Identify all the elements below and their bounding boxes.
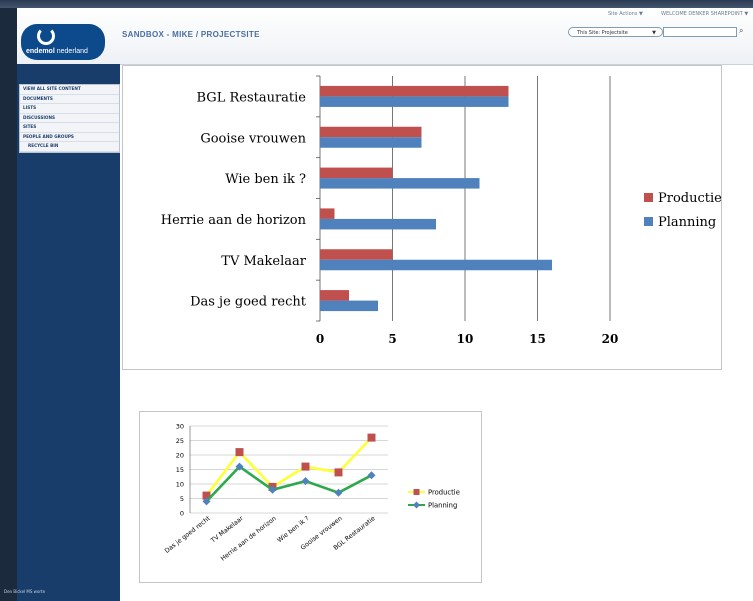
y-tick-label: 25 (176, 437, 184, 445)
category-label: Herrie aan de horizon (161, 213, 307, 228)
y-tick-label: 10 (176, 481, 184, 489)
welcome-user-menu[interactable]: WELCOME DENKER SHAREPOINT ▼ (661, 11, 748, 17)
category-label: TV Makelaar (221, 254, 306, 269)
endemol-logo[interactable]: endemol nederland (21, 24, 105, 60)
bar-planning (320, 300, 378, 312)
sidebar-item-lists[interactable]: LISTS (20, 104, 119, 114)
legend-label: Planning (658, 215, 716, 230)
legend-swatch (644, 193, 653, 202)
x-tick-label: 20 (602, 332, 619, 346)
y-tick-label: 30 (176, 423, 184, 431)
legend-label: Productie (428, 489, 460, 497)
bar-productie (320, 290, 349, 301)
chevron-down-icon: ▼ (652, 30, 656, 36)
x-category-label: Wie ben ik ? (276, 515, 311, 544)
category-label: Das je goed recht (190, 295, 307, 310)
search-scope-dropdown[interactable]: This Site: Projectsite ▼ (568, 27, 663, 37)
sidebar-footer-text: Den Bickel MS worte (4, 589, 46, 594)
bar-productie (320, 208, 335, 219)
point-productie (301, 462, 310, 471)
sidebar-item-discussions[interactable]: DISCUSSIONS (20, 114, 119, 123)
y-tick-label: 5 (180, 495, 184, 503)
sidebar-item-documents[interactable]: DOCUMENTS (20, 95, 119, 104)
sidebar-item-recycle-bin[interactable]: RECYCLE BIN (20, 142, 119, 152)
bar-planning (320, 96, 509, 107)
x-tick-label: 5 (388, 332, 396, 346)
category-label: Gooise vrouwen (200, 131, 306, 146)
sidebar-item-people-groups[interactable]: PEOPLE AND GROUPS (20, 133, 119, 142)
bar-productie (320, 126, 422, 138)
quick-launch-sidebar: VIEW ALL SITE CONTENT DOCUMENTS LISTS DI… (17, 64, 120, 601)
y-tick-label: 0 (180, 510, 184, 518)
line-chart: 051015202530Das je goed rechtTV Makelaar… (164, 423, 460, 563)
bar-chart: 0 5 10 15 20 BGL Restauratie Gooise vrouwen Wie… (161, 75, 722, 346)
bar-productie (320, 85, 509, 97)
bar-chart-panel: 0 5 10 15 20 BGL Restauratie Gooise vrouwen Wie… (122, 65, 722, 370)
site-actions-menu[interactable]: Site Actions ▼ (608, 11, 643, 17)
site-header: endemol nederland SANDBOX - MIKE / PROJE… (17, 8, 753, 65)
x-tick-label: 10 (457, 332, 474, 346)
x-tick-label: 15 (529, 332, 546, 346)
legend-label: Productie (658, 191, 721, 206)
point-productie (235, 448, 244, 457)
sharepoint-page: endemol nederland SANDBOX - MIKE / PROJE… (17, 8, 753, 601)
legend-label: Planning (428, 502, 457, 510)
logo-text: endemol nederland (26, 48, 88, 55)
sidebar-item-sites[interactable]: SITES (20, 123, 119, 133)
bar-planning (320, 137, 422, 148)
quick-launch-nav: VIEW ALL SITE CONTENT DOCUMENTS LISTS DI… (19, 84, 120, 153)
y-tick-label: 15 (176, 466, 184, 474)
search-icon[interactable]: ⌕ (739, 26, 749, 36)
category-label: Wie ben ik ? (225, 172, 306, 187)
logo-swirl-icon (37, 27, 55, 45)
point-productie (367, 433, 376, 442)
search-input[interactable] (663, 27, 737, 37)
x-tick-label: 0 (316, 332, 324, 346)
y-tick-label: 20 (176, 452, 184, 460)
legend-swatch (644, 217, 653, 226)
site-title[interactable]: SANDBOX - MIKE / PROJECTSITE (122, 30, 260, 39)
bar-planning (320, 218, 436, 230)
bar-productie (320, 249, 393, 260)
x-category-label: Herrie aan de horizon (220, 515, 278, 563)
category-label: BGL Restauratie (197, 90, 307, 105)
search-scope-value: This Site: Projectsite (577, 30, 628, 36)
bar-planning (320, 259, 552, 271)
bar-planning (320, 178, 480, 189)
point-productie (334, 468, 343, 477)
legend-marker (413, 489, 420, 495)
sidebar-item-view-all[interactable]: VIEW ALL SITE CONTENT (20, 85, 119, 95)
legend-marker (413, 501, 420, 509)
line-chart-panel: 0 5 10 15 20 25 30 Das je goed recht TV Makelaar… (139, 411, 482, 583)
bar-productie (320, 167, 393, 179)
window-top-frame (0, 0, 753, 8)
x-category-label: Das je goed recht (164, 515, 213, 555)
